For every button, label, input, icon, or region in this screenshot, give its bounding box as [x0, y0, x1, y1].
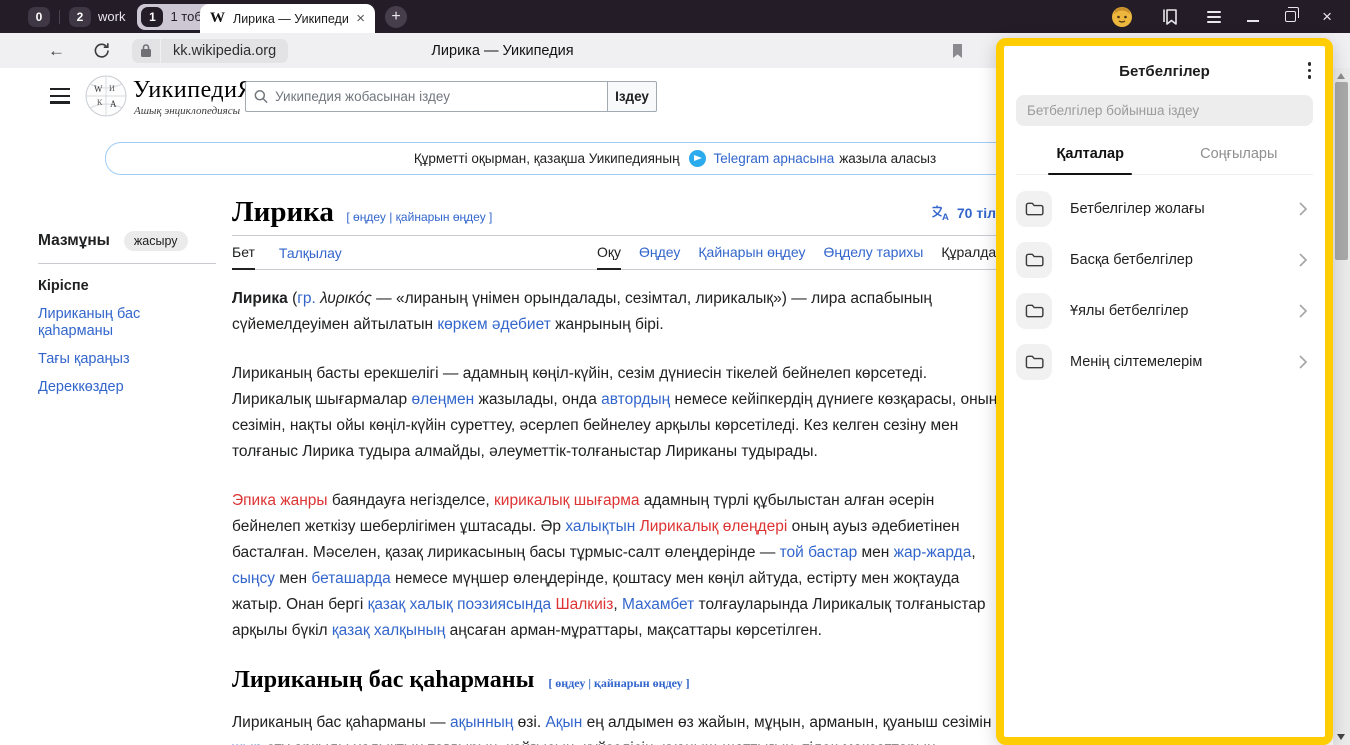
work-group-label: work [98, 9, 125, 24]
chevron-right-icon [1299, 253, 1307, 267]
folder-label: Бетбелгілер жолағы [1070, 201, 1299, 217]
language-count: 70 тіл [957, 205, 996, 221]
url-field[interactable]: kk.wikipedia.org [161, 39, 288, 63]
folder-row-bookmarks-bar[interactable]: Бетбелгілер жолағы [1016, 191, 1313, 227]
tab-group-work[interactable]: 2 work [69, 7, 125, 27]
section-heading-text: Лириканың бас қаһарманы [232, 667, 534, 693]
scrollbar-thumb[interactable] [1335, 82, 1348, 260]
section-edit-links[interactable]: [ өңдеу | қайнарын өңдеу ] [548, 676, 689, 690]
folder-row-my-links[interactable]: Менің сілтемелерім [1016, 344, 1313, 380]
bookmarks-tabs: Қалталар Соңғылары [1016, 136, 1313, 175]
wiki-search: Іздеу [245, 81, 657, 112]
article: Лирика [ өңдеу | қайнарын өңдеу ] A 70 т… [232, 196, 1004, 745]
svg-text:К: К [97, 98, 103, 107]
toc-item-bas-qaharmany[interactable]: Лириканың бас қаһарманы [38, 306, 216, 340]
folder-row-mobile-bookmarks[interactable]: Ұялы бетбелгілер [1016, 293, 1313, 329]
active-group-count: 1 [141, 7, 163, 27]
paragraph-1: Лирика (гр. λυρικός — «лираның үнімен ор… [232, 286, 1004, 338]
table-of-contents: Мазмұны жасыру Кіріспе Лириканың бас қаһ… [38, 231, 216, 396]
profile-avatar[interactable] [1111, 6, 1133, 28]
page-scrollbar[interactable] [1333, 68, 1350, 745]
wiki-menu-icon[interactable] [50, 88, 70, 104]
wiki-search-box[interactable] [245, 81, 607, 112]
chevron-right-icon [1299, 304, 1307, 318]
wiki-tagline: Ашық энциклопедиясы [134, 105, 240, 117]
bookmarks-panel: Бетбелгілер Қалталар Соңғылары Бетбелгіл… [996, 38, 1333, 745]
browser-window: 0 2 work 1 1 тобы W Лирика — Уикипедия ×… [0, 0, 1350, 745]
tab-qainaryn-ondeu[interactable]: Қайнарын өңдеу [698, 244, 805, 269]
wiki-search-input[interactable] [275, 89, 599, 104]
tab-quraldar[interactable]: Құралдар [941, 244, 1004, 269]
tab-bar: 0 2 work 1 1 тобы W Лирика — Уикипедия ×… [0, 0, 1350, 33]
language-icon: A [931, 204, 951, 221]
toc-hide-button[interactable]: жасыру [124, 231, 188, 251]
tab-folders[interactable]: Қалталар [1016, 136, 1165, 174]
folder-label: Менің сілтемелерім [1070, 354, 1299, 370]
toc-title: Мазмұны [38, 232, 110, 250]
scroll-up-arrow-icon[interactable] [1337, 73, 1345, 79]
browser-menu-icon[interactable] [1207, 11, 1221, 23]
work-group-count: 2 [69, 7, 91, 27]
svg-text:A: A [110, 99, 117, 109]
folder-icon [1025, 252, 1044, 268]
wiki-search-button[interactable]: Іздеу [607, 81, 657, 112]
bookmarks-search-input[interactable] [1027, 103, 1302, 118]
article-tabs: Бет Талқылау Оқу Өңдеу Қайнарын өңдеу Өң… [232, 236, 1004, 270]
reload-icon[interactable] [93, 42, 110, 59]
tab-bet[interactable]: Бет [232, 244, 255, 270]
tab-talqylau[interactable]: Талқылау [279, 245, 342, 269]
bookmarks-panel-icon[interactable] [1159, 7, 1181, 27]
toc-item-kirispe[interactable]: Кіріспе [38, 278, 216, 295]
wikipedia-logo[interactable]: W И К A [84, 74, 128, 118]
article-body: Лирика (гр. λυρικός — «лираның үнімен ор… [232, 286, 1004, 745]
search-icon [254, 89, 268, 104]
tab-group-zero[interactable]: 0 [28, 7, 50, 27]
tab-recent[interactable]: Соңғылары [1165, 136, 1314, 174]
folder-label: Басқа бетбелгілер [1070, 252, 1299, 268]
svg-text:И: И [109, 84, 115, 93]
folder-icon [1025, 303, 1044, 319]
bookmarks-folder-list: Бетбелгілер жолағы Басқа бетбелгілер Ұял… [1016, 191, 1313, 380]
close-window-button[interactable]: × [1322, 8, 1332, 25]
chevron-right-icon [1299, 202, 1307, 216]
tab-oqu[interactable]: Оқу [597, 244, 621, 270]
bookmarks-search[interactable] [1016, 95, 1313, 126]
folder-icon [1025, 201, 1044, 217]
paragraph-2: Лириканың басты ерекшелігі — адамның көң… [232, 361, 1004, 465]
new-tab-button[interactable]: + [385, 6, 407, 28]
paragraph-3: Эпика жанры баяндауға негізделсе, кирика… [232, 488, 1004, 644]
section-heading: Лириканың бас қаһарманы [ өңдеу | қайнар… [232, 667, 1004, 696]
scroll-down-arrow-icon[interactable] [1337, 734, 1345, 740]
toc-item-tagy-qaranyz[interactable]: Тағы қараңыз [38, 351, 216, 368]
wiki-wordmark[interactable]: УикипедиЯ [133, 77, 254, 104]
folder-label: Ұялы бетбелгілер [1070, 303, 1299, 319]
article-title: Лирика [232, 196, 334, 228]
language-switcher[interactable]: A 70 тіл [931, 204, 996, 221]
toc-item-derekkozder[interactable]: Дереккөздер [38, 379, 216, 396]
tab-title: Лирика — Уикипедия [233, 12, 348, 26]
kebab-menu-icon[interactable] [1308, 62, 1312, 79]
wikipedia-favicon: W [210, 10, 225, 27]
minimize-button[interactable] [1247, 20, 1259, 22]
site-security-chip[interactable] [132, 39, 160, 63]
paragraph-4: Лириканың бас қаһарманы — ақынның өзі. А… [232, 710, 1004, 745]
bookmarks-panel-title: Бетбелгілер [1119, 63, 1210, 80]
tab-ondelu-tarihy[interactable]: Өңделу тарихы [823, 244, 923, 269]
lock-icon [140, 43, 152, 58]
tab-ondeu[interactable]: Өңдеу [639, 244, 680, 269]
window-controls: × [1111, 0, 1350, 33]
folder-row-other-bookmarks[interactable]: Басқа бетбелгілер [1016, 242, 1313, 278]
tab-close-icon[interactable]: × [356, 11, 365, 26]
svg-text:W: W [94, 84, 103, 94]
back-icon[interactable]: ← [48, 41, 65, 61]
folder-icon [1025, 354, 1044, 370]
tab-bar-divider [59, 10, 60, 24]
restore-button[interactable] [1285, 11, 1296, 22]
chevron-right-icon [1299, 355, 1307, 369]
title-edit-links[interactable]: [ өңдеу | қайнарын өңдеу ] [346, 210, 492, 224]
bookmark-flag-icon[interactable] [951, 43, 964, 59]
svg-text:A: A [942, 212, 949, 221]
browser-tab[interactable]: W Лирика — Уикипедия × [200, 4, 375, 33]
